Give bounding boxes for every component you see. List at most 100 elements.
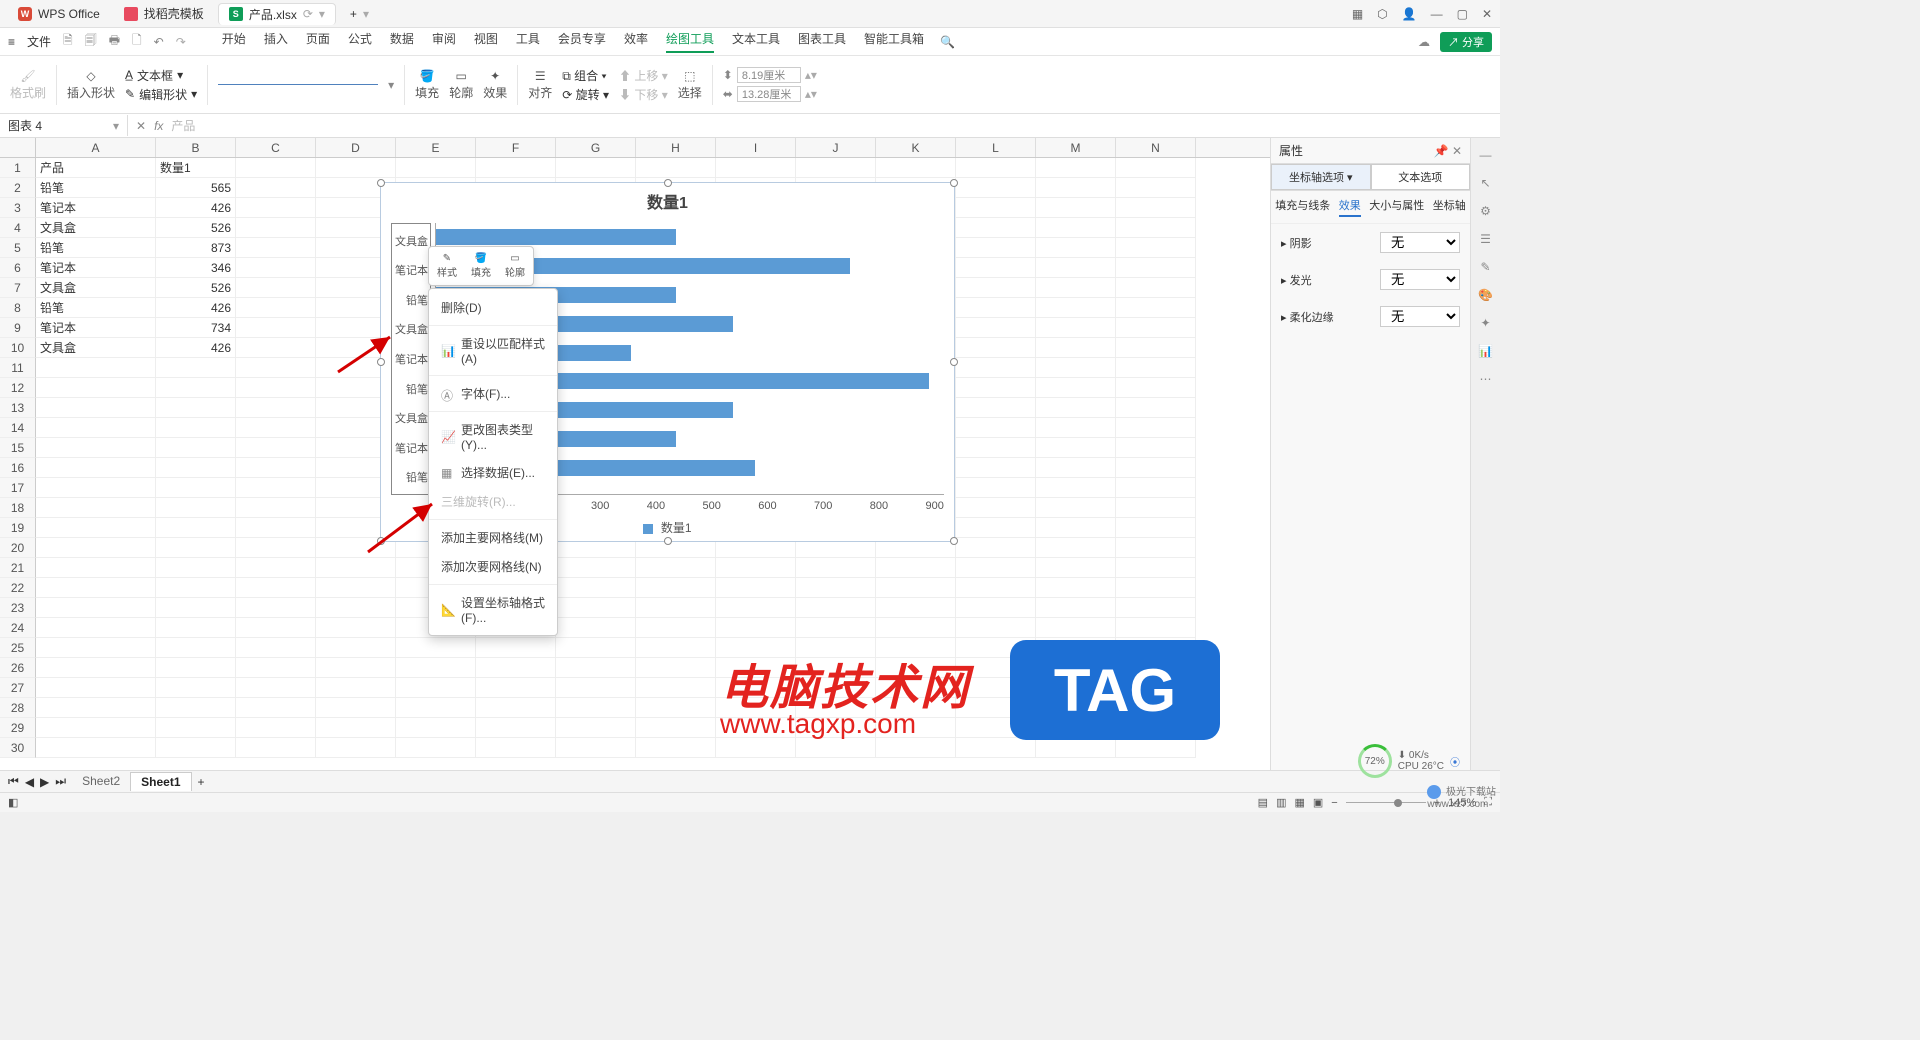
row-header-4[interactable]: 4 [0, 218, 36, 238]
cell-D26[interactable] [316, 658, 396, 678]
cell-N15[interactable] [1116, 438, 1196, 458]
cell-H30[interactable] [636, 738, 716, 758]
width-input[interactable] [737, 67, 801, 83]
text-box-button[interactable]: A̲文本框 ▾ [125, 67, 197, 84]
cell-C5[interactable] [236, 238, 316, 258]
cell-E30[interactable] [396, 738, 476, 758]
cell-A13[interactable] [36, 398, 156, 418]
cell-L5[interactable] [956, 238, 1036, 258]
cell-L7[interactable] [956, 278, 1036, 298]
cell-M12[interactable] [1036, 378, 1116, 398]
cell-J22[interactable] [796, 578, 876, 598]
cell-B4[interactable]: 526 [156, 218, 236, 238]
cell-L1[interactable] [956, 158, 1036, 178]
cell-B12[interactable] [156, 378, 236, 398]
cell-D25[interactable] [316, 638, 396, 658]
cell-F26[interactable] [476, 658, 556, 678]
cell-D28[interactable] [316, 698, 396, 718]
cell-L11[interactable] [956, 358, 1036, 378]
cell-B19[interactable] [156, 518, 236, 538]
fx-icon[interactable]: fx [154, 119, 163, 133]
cell-I23[interactable] [716, 598, 796, 618]
cell-L4[interactable] [956, 218, 1036, 238]
cell-C8[interactable] [236, 298, 316, 318]
row-header-20[interactable]: 20 [0, 538, 36, 558]
row-header-8[interactable]: 8 [0, 298, 36, 318]
col-header-D[interactable]: D [316, 138, 396, 157]
cell-N5[interactable] [1116, 238, 1196, 258]
cell-A22[interactable] [36, 578, 156, 598]
cell-N7[interactable] [1116, 278, 1196, 298]
cell-A27[interactable] [36, 678, 156, 698]
menu-tab-4[interactable]: 数据 [390, 30, 414, 53]
menu-tab-0[interactable]: 开始 [222, 30, 246, 53]
ctx-axis-format[interactable]: 📐设置坐标轴格式(F)... [429, 588, 557, 631]
bar-0[interactable] [436, 229, 676, 245]
cell-M4[interactable] [1036, 218, 1116, 238]
resize-handle-se[interactable] [950, 537, 958, 545]
cell-N24[interactable] [1116, 618, 1196, 638]
cell-H28[interactable] [636, 698, 716, 718]
outline-button[interactable]: ▭轮廓 [449, 69, 473, 101]
cell-B6[interactable]: 346 [156, 258, 236, 278]
effects-button[interactable]: ✦效果 [483, 69, 507, 101]
cell-E27[interactable] [396, 678, 476, 698]
resize-handle-nw[interactable] [377, 179, 385, 187]
filter-rail-icon[interactable]: ☰ [1480, 232, 1491, 246]
cell-I24[interactable] [716, 618, 796, 638]
cell-A18[interactable] [36, 498, 156, 518]
pin-icon[interactable]: 📌 [1434, 144, 1449, 158]
cell-B14[interactable] [156, 418, 236, 438]
cell-M24[interactable] [1036, 618, 1116, 638]
cell-L13[interactable] [956, 398, 1036, 418]
cell-B8[interactable]: 426 [156, 298, 236, 318]
menu-tab-7[interactable]: 工具 [516, 30, 540, 53]
cell-I22[interactable] [716, 578, 796, 598]
cell-G28[interactable] [556, 698, 636, 718]
resize-handle-e[interactable] [950, 358, 958, 366]
fill-button[interactable]: 🪣填充 [415, 69, 439, 101]
cell-H22[interactable] [636, 578, 716, 598]
resize-handle-w[interactable] [377, 358, 385, 366]
cell-C19[interactable] [236, 518, 316, 538]
menu-tab-13[interactable]: 智能工具箱 [864, 30, 924, 53]
shadow-select[interactable]: 无 [1380, 232, 1460, 253]
panel-tab-axis[interactable]: 坐标轴选项 ▾ [1271, 164, 1371, 190]
insert-shape-button[interactable]: ◇插入形状 [67, 69, 115, 101]
cell-N18[interactable] [1116, 498, 1196, 518]
col-header-F[interactable]: F [476, 138, 556, 157]
cell-A10[interactable]: 文具盒 [36, 338, 156, 358]
cell-L20[interactable] [956, 538, 1036, 558]
cell-C30[interactable] [236, 738, 316, 758]
cell-B11[interactable] [156, 358, 236, 378]
close-button[interactable]: ✕ [1482, 7, 1492, 21]
cell-M20[interactable] [1036, 538, 1116, 558]
col-header-H[interactable]: H [636, 138, 716, 157]
cell-D23[interactable] [316, 598, 396, 618]
col-header-L[interactable]: L [956, 138, 1036, 157]
ctx-font[interactable]: Ⓐ字体(F)... [429, 379, 557, 408]
row-header-22[interactable]: 22 [0, 578, 36, 598]
cell-N17[interactable] [1116, 478, 1196, 498]
mini-style-button[interactable]: ✎样式 [433, 251, 461, 281]
cell-K30[interactable] [876, 738, 956, 758]
chart-y-axis[interactable]: 文具盒笔记本铅笔文具盒笔记本铅笔文具盒笔记本铅笔 [391, 223, 431, 495]
cell-A23[interactable] [36, 598, 156, 618]
cell-D22[interactable] [316, 578, 396, 598]
cell-M15[interactable] [1036, 438, 1116, 458]
col-header-I[interactable]: I [716, 138, 796, 157]
cell-N11[interactable] [1116, 358, 1196, 378]
box-icon[interactable]: ▦ [1352, 7, 1363, 21]
cell-N13[interactable] [1116, 398, 1196, 418]
cell-N9[interactable] [1116, 318, 1196, 338]
cell-E26[interactable] [396, 658, 476, 678]
row-header-3[interactable]: 3 [0, 198, 36, 218]
cell-J21[interactable] [796, 558, 876, 578]
cell-B2[interactable]: 565 [156, 178, 236, 198]
minimize-button[interactable]: — [1431, 7, 1443, 21]
cell-K21[interactable] [876, 558, 956, 578]
cell-L23[interactable] [956, 598, 1036, 618]
cube-icon[interactable]: ⬡ [1377, 7, 1387, 21]
cell-H27[interactable] [636, 678, 716, 698]
row-header-15[interactable]: 15 [0, 438, 36, 458]
